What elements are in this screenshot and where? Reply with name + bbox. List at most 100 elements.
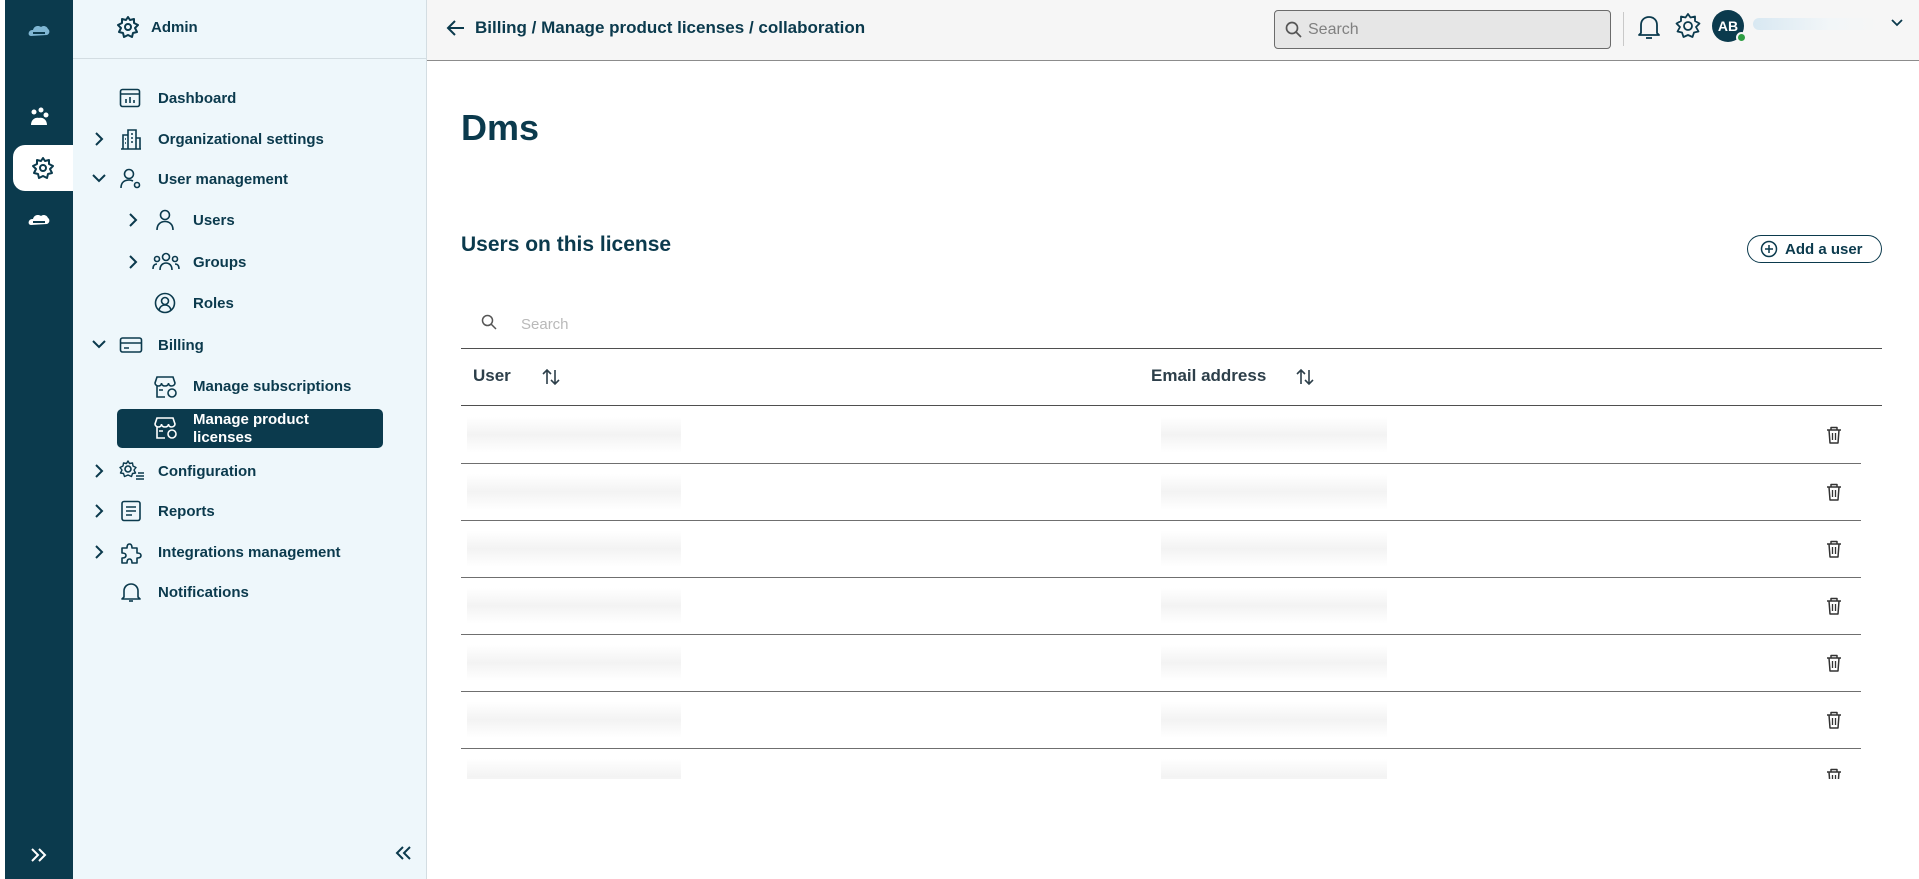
user-cell-redacted	[467, 474, 681, 510]
chevron-right-icon	[95, 504, 104, 518]
sidebar-item-groups[interactable]: Groups	[73, 245, 427, 279]
sidebar-item-reports[interactable]: Reports	[73, 494, 427, 528]
credit-card-icon	[119, 337, 143, 353]
column-header-user[interactable]: User	[473, 366, 511, 386]
add-user-label: Add a user	[1785, 240, 1863, 258]
sidebar-item-roles[interactable]: Roles	[73, 286, 427, 320]
search-icon	[481, 314, 497, 330]
table-row[interactable]	[461, 635, 1861, 692]
sidebar-item-label: Dashboard	[158, 90, 237, 107]
cloud-logo-icon	[28, 25, 50, 36]
trash-icon[interactable]	[1825, 596, 1843, 616]
global-search[interactable]	[1274, 10, 1611, 49]
sidebar-item-label: Users	[193, 212, 235, 229]
store-settings-icon	[154, 417, 177, 439]
sidebar-item-dashboard[interactable]: Dashboard	[73, 81, 427, 115]
divider	[1623, 12, 1624, 46]
sidebar-item-manage-subscriptions[interactable]: Manage subscriptions	[73, 369, 427, 403]
chevron-down-icon[interactable]	[1890, 17, 1904, 29]
chevron-right-icon	[129, 255, 138, 269]
table-row[interactable]	[461, 749, 1861, 779]
user-name-redacted	[1753, 18, 1881, 30]
table-search[interactable]	[461, 300, 1882, 349]
add-user-button[interactable]: Add a user	[1747, 235, 1882, 263]
sidebar-item-label: Manage subscriptions	[193, 378, 352, 395]
trash-icon[interactable]	[1825, 425, 1843, 445]
rail-item-admin[interactable]	[13, 145, 73, 191]
admin-sidebar: Admin Dashboard Organizational settings …	[73, 0, 427, 879]
building-icon	[121, 129, 141, 150]
chevron-right-icon	[95, 132, 104, 146]
chevron-right-icon	[95, 545, 104, 559]
sidebar-item-configuration[interactable]: Configuration	[73, 454, 427, 488]
table-row[interactable]	[461, 521, 1861, 578]
sidebar-item-label: Integrations management	[158, 544, 341, 561]
chevron-right-icon	[129, 213, 138, 227]
sidebar-item-organizational-settings[interactable]: Organizational settings	[73, 122, 427, 156]
chevron-right-icon	[95, 464, 104, 478]
sidebar-item-label: Groups	[193, 254, 247, 271]
breadcrumb: Billing / Manage product licenses / coll…	[475, 18, 866, 37]
sidebar-item-label: Reports	[158, 503, 215, 520]
back-arrow-icon[interactable]	[446, 19, 466, 37]
rail-item-hub[interactable]	[5, 94, 73, 140]
double-chevron-right-icon	[31, 848, 47, 862]
gear-icon[interactable]	[1674, 12, 1702, 40]
plus-circle-icon	[1760, 240, 1778, 258]
top-bar: Billing / Manage product licenses / coll…	[427, 0, 1919, 61]
collapse-sidebar-button[interactable]	[394, 846, 412, 865]
sidebar-item-label: Organizational settings	[158, 131, 324, 148]
sidebar-item-label: Billing	[158, 337, 204, 354]
email-cell-redacted	[1161, 645, 1387, 681]
sidebar-item-integrations-management[interactable]: Integrations management	[73, 535, 427, 569]
sidebar-header: Admin	[73, 0, 427, 59]
section-title: Users on this license	[461, 233, 672, 256]
trash-icon[interactable]	[1825, 767, 1843, 779]
gear-icon	[117, 16, 139, 38]
sidebar-item-label: Manage product licenses	[193, 411, 309, 446]
store-settings-icon	[154, 376, 177, 398]
column-header-email[interactable]: Email address	[1151, 366, 1266, 386]
table-search-input[interactable]	[521, 313, 1321, 335]
trash-icon[interactable]	[1825, 482, 1843, 502]
sidebar-item-users[interactable]: Users	[73, 203, 427, 237]
email-cell-redacted	[1161, 759, 1387, 779]
presence-indicator	[1736, 32, 1747, 43]
app-rail	[5, 0, 73, 879]
dashboard-hub-icon	[31, 107, 49, 125]
sidebar-item-label: Notifications	[158, 584, 249, 601]
gear-list-icon	[119, 460, 144, 480]
sidebar-item-user-management[interactable]: User management	[73, 162, 427, 196]
sidebar-item-label: Configuration	[158, 463, 257, 480]
trash-icon[interactable]	[1825, 653, 1843, 673]
user-cell-redacted	[467, 531, 681, 567]
bell-icon[interactable]	[1637, 13, 1661, 41]
user-icon	[156, 209, 174, 231]
sidebar-item-manage-product-licenses[interactable]: Manage product licenses	[117, 409, 383, 448]
table-row[interactable]	[461, 407, 1861, 464]
expand-rail-button[interactable]	[5, 832, 73, 878]
trash-icon[interactable]	[1825, 710, 1843, 730]
rail-item-cloud[interactable]	[5, 197, 73, 243]
global-search-input[interactable]	[1308, 19, 1598, 41]
sidebar-item-notifications[interactable]: Notifications	[73, 575, 427, 609]
dashboard-icon	[119, 88, 141, 108]
sidebar-item-billing[interactable]: Billing	[73, 328, 427, 362]
group-icon	[152, 252, 180, 271]
table-row[interactable]	[461, 464, 1861, 521]
app: Admin Dashboard Organizational settings …	[0, 0, 1919, 879]
home-logo-button[interactable]	[5, 8, 73, 54]
trash-icon[interactable]	[1825, 539, 1843, 559]
user-cell-redacted	[467, 702, 681, 738]
chevron-down-icon	[92, 340, 106, 349]
sort-icon[interactable]	[1295, 367, 1315, 387]
sidebar-item-label: User management	[158, 171, 289, 188]
table-row[interactable]	[461, 692, 1861, 749]
table-body	[461, 407, 1882, 779]
user-cell-redacted	[467, 645, 681, 681]
email-cell-redacted	[1161, 588, 1387, 624]
user-cell-redacted	[467, 417, 681, 453]
sort-icon[interactable]	[541, 367, 561, 387]
table-row[interactable]	[461, 578, 1861, 635]
page-title: Dms	[461, 107, 540, 148]
